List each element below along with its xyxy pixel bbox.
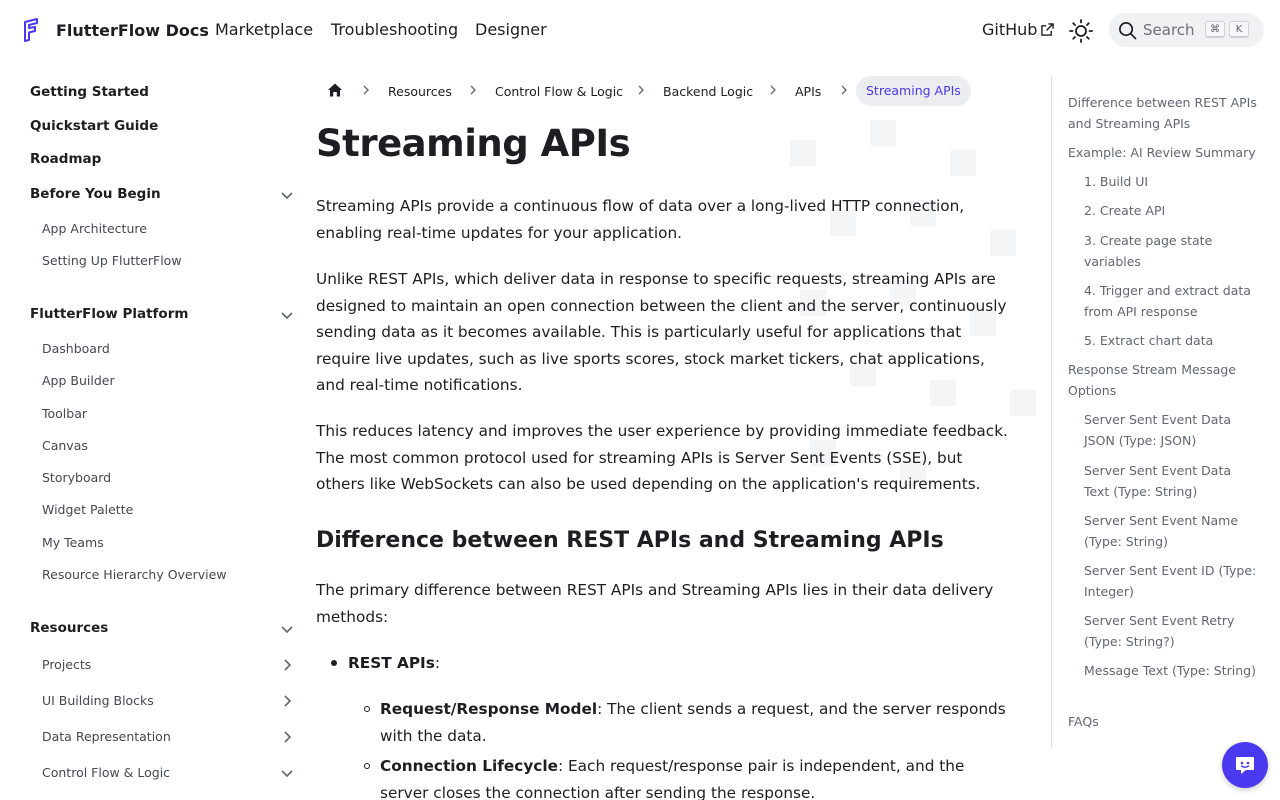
breadcrumb-item-apis[interactable]: APIs [795,84,821,99]
sidebar-item-canvas[interactable]: Canvas [42,438,88,453]
sidebar-item-roadmap[interactable]: Roadmap [30,151,101,167]
nav-link-troubleshooting[interactable]: Troubleshooting [331,20,458,39]
breadcrumb-separator-icon [638,85,644,95]
theme-toggle-sun-icon[interactable] [1068,18,1094,44]
breadcrumb-item-control-flow[interactable]: Control Flow & Logic [495,84,623,99]
sidebar-item-app-architecture[interactable]: App Architecture [42,221,147,236]
breadcrumb-item-active: Streaming APIs [856,76,971,106]
toc-link[interactable]: 3. Create page state variables [1084,230,1260,272]
sidebar-item-projects[interactable]: Projects [42,657,91,672]
paragraph-primary-difference: The primary difference between REST APIs… [316,581,994,626]
toc-link[interactable]: Server Sent Event ID (Type: Integer) [1084,560,1260,602]
sidebar-category-resources[interactable]: Resources [30,620,108,636]
brand-link[interactable]: FlutterFlow Docs [22,18,209,42]
toc-link[interactable]: 1. Build UI [1084,171,1260,192]
kbd-k: K [1229,21,1249,38]
toc-link[interactable]: 2. Create API [1084,200,1260,221]
chevron-right-icon[interactable] [279,657,295,673]
toc-link[interactable]: Server Sent Event Data Text (Type: Strin… [1084,460,1260,502]
sidebar-item-widget-palette[interactable]: Widget Palette [42,502,133,517]
toc-link[interactable]: Example: AI Review Summary [1068,142,1263,163]
toc-link[interactable]: Server Sent Event Name (Type: String) [1084,510,1260,552]
sidebar-item-app-builder[interactable]: App Builder [42,373,115,388]
chevron-down-icon[interactable] [279,765,295,781]
sidebar-item-ui-building-blocks[interactable]: UI Building Blocks [42,693,154,708]
search-button[interactable]: Search ⌘ K [1109,13,1264,47]
list-item-bold: Connection Lifecycle [380,757,558,775]
sidebar-category-platform[interactable]: FlutterFlow Platform [30,306,188,322]
toc-link[interactable]: 5. Extract chart data [1084,330,1260,351]
breadcrumb-separator-icon [470,85,476,95]
list-item-bold: REST APIs [348,654,435,672]
list-item: Request/Response Model: The client sends… [364,696,1008,749]
chat-bubble-icon [1236,757,1254,774]
search-placeholder: Search [1143,21,1195,39]
bullet-dot [331,660,337,666]
bullet-circle [364,706,370,712]
sidebar-item-toolbar[interactable]: Toolbar [42,406,87,421]
breadcrumb-separator-icon [363,85,369,95]
github-link[interactable]: GitHub [982,20,1055,39]
brand-title: FlutterFlow Docs [56,21,209,40]
toc-link[interactable]: Message Text (Type: String) [1084,660,1260,681]
toc-link[interactable]: FAQs [1068,711,1263,732]
chevron-right-icon[interactable] [279,729,295,745]
toc-link[interactable]: 4. Trigger and extract data from API res… [1084,280,1260,322]
sidebar-category-before-you-begin[interactable]: Before You Begin [30,186,161,202]
kbd-cmd: ⌘ [1205,21,1225,38]
sidebar-item-setting-up[interactable]: Setting Up FlutterFlow [42,253,182,268]
search-icon [1119,22,1137,40]
chat-support-button[interactable] [1222,742,1268,788]
toc-link[interactable]: Server Sent Event Data JSON (Type: JSON) [1084,409,1260,451]
sidebar-item-control-flow[interactable]: Control Flow & Logic [42,765,170,780]
chevron-down-icon[interactable] [279,307,295,323]
list-item-text: : [434,654,441,672]
sidebar-item-data-representation[interactable]: Data Representation [42,729,171,744]
toc-divider [1051,76,1052,748]
sidebar-item-storyboard[interactable]: Storyboard [42,470,111,485]
chevron-down-icon[interactable] [279,621,295,637]
breadcrumb-separator-icon [770,85,776,95]
toc-link[interactable]: Server Sent Event Retry (Type: String?) [1084,610,1260,652]
docs-sidebar: Getting Started Quickstart Guide Roadmap… [0,60,300,800]
list-item: Connection Lifecycle: Each request/respo… [364,753,1008,800]
breadcrumb-separator-icon [841,85,847,95]
breadcrumb-item-backend-logic[interactable]: Backend Logic [663,84,753,99]
toc-link[interactable]: Difference between REST APIs and Streami… [1068,92,1263,134]
external-link-icon [1041,23,1055,36]
paragraph-unlike-rest: Unlike REST APIs, which deliver data in … [316,270,1007,394]
sidebar-item-my-teams[interactable]: My Teams [42,535,104,550]
paragraph-latency: This reduces latency and improves the us… [316,422,1008,493]
sidebar-item-dashboard[interactable]: Dashboard [42,341,110,356]
github-label: GitHub [982,20,1038,39]
flutterflow-logo-icon [24,18,38,42]
page-title: Streaming APIs [316,122,631,165]
list-item-bold: Request/Response Model [380,700,598,718]
paragraph-intro: Streaming APIs provide a continuous flow… [316,197,965,242]
section-heading-difference: Difference between REST APIs and Streami… [316,528,944,553]
chevron-right-icon[interactable] [279,693,295,709]
list-item: REST APIs: [331,650,1008,677]
chevron-down-icon[interactable] [279,187,295,203]
sidebar-item-quickstart[interactable]: Quickstart Guide [30,118,158,134]
nav-link-marketplace[interactable]: Marketplace [215,20,313,39]
nav-link-designer[interactable]: Designer [475,20,547,39]
toc-link[interactable]: Response Stream Message Options [1068,359,1263,401]
sidebar-item-resource-hierarchy[interactable]: Resource Hierarchy Overview [42,567,227,582]
sidebar-item-getting-started[interactable]: Getting Started [30,84,149,100]
home-icon[interactable] [327,82,343,98]
navbar: FlutterFlow Docs Marketplace Troubleshoo… [0,0,1280,60]
breadcrumb-item-resources[interactable]: Resources [388,84,452,99]
bullet-circle [364,763,370,769]
